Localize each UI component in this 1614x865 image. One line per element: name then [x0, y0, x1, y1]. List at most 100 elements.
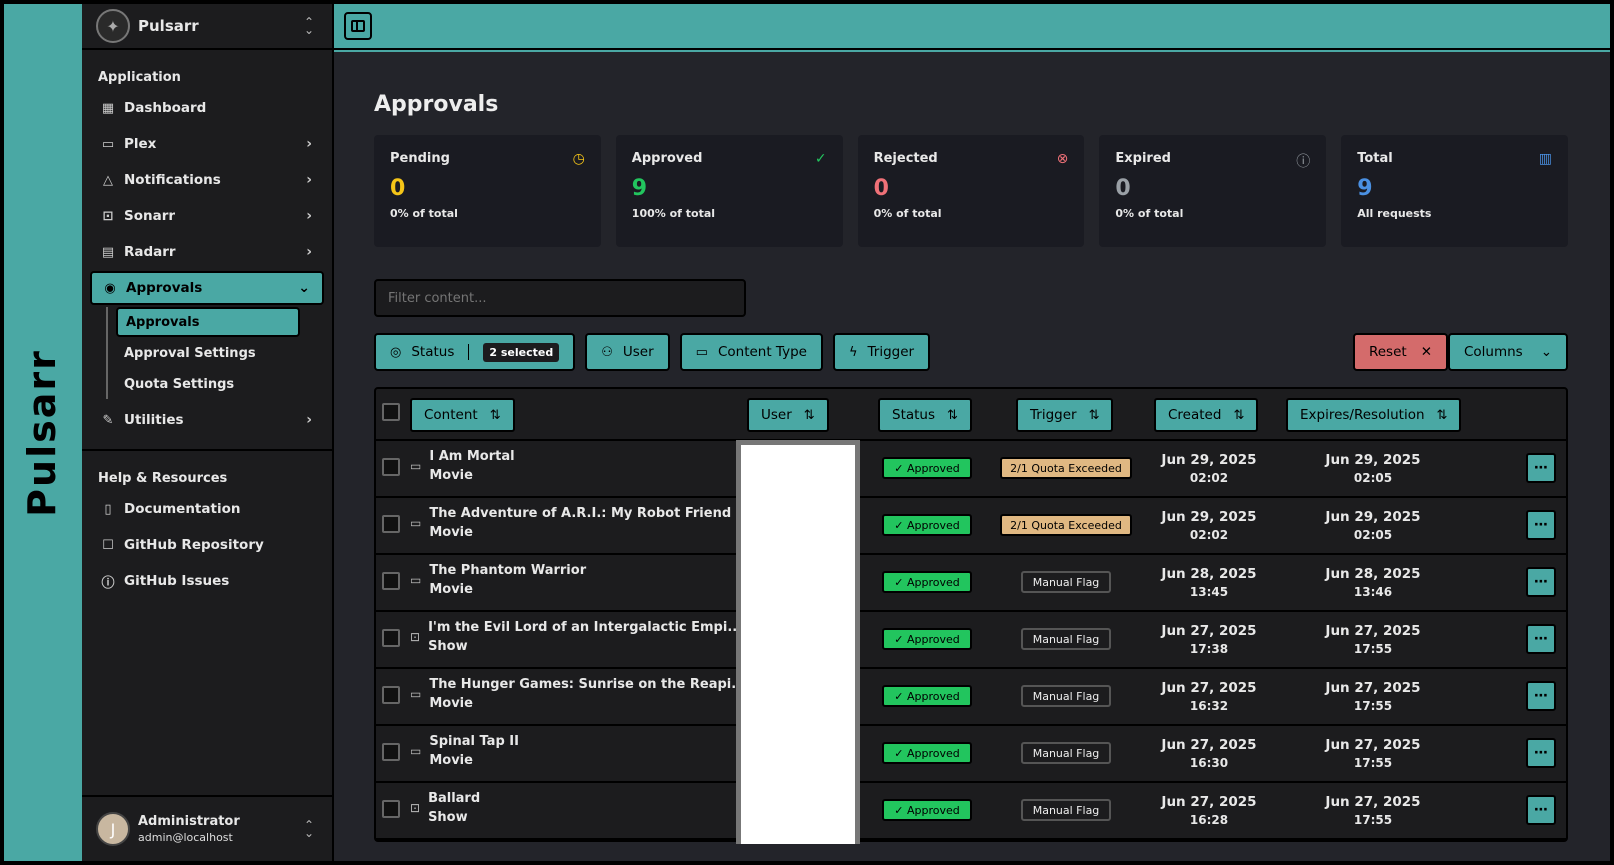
more-horizontal-icon: ⋯: [1534, 688, 1548, 704]
row-checkbox[interactable]: [382, 686, 400, 704]
sort-trigger-button[interactable]: Trigger ⇅: [1016, 398, 1114, 432]
date-value: Jun 28, 2025: [1161, 566, 1257, 582]
monitor-icon: ▭: [410, 687, 422, 701]
subnav-quota-settings[interactable]: Quota Settings: [116, 369, 332, 399]
created-date: Jun 27, 2025 16:28: [1154, 793, 1264, 829]
date-value: Jun 27, 2025: [1325, 623, 1421, 639]
sort-expires-button[interactable]: Expires/Resolution ⇅: [1286, 398, 1462, 432]
monitor-icon: ▭: [695, 344, 708, 360]
sidebar-toggle-button[interactable]: [344, 12, 372, 40]
stat-value: 9: [631, 176, 648, 201]
chevron-down-icon: ⌄: [1540, 344, 1552, 360]
sidebar-item-notifications[interactable]: △ Notifications ›: [90, 163, 324, 197]
row-checkbox[interactable]: [382, 743, 400, 761]
sidebar-item-label: Sonarr: [124, 208, 176, 224]
row-checkbox[interactable]: [382, 800, 400, 818]
row-actions-button[interactable]: ⋯: [1526, 681, 1556, 711]
created-date: Jun 28, 2025 13:45: [1154, 565, 1264, 601]
row-actions-button[interactable]: ⋯: [1526, 453, 1556, 483]
sidebar-item-label: GitHub Repository: [124, 537, 264, 553]
stat-sub: All requests: [1357, 207, 1432, 220]
stat-value: 0: [873, 176, 889, 201]
sidebar-item-documentation[interactable]: ▯ Documentation: [90, 492, 324, 526]
check-circle-icon: ◉: [104, 280, 116, 296]
content-title: The Adventure of A.R.I.: My Robot Friend: [429, 506, 732, 521]
row-checkbox[interactable]: [382, 572, 400, 590]
panel-left-icon: [351, 20, 365, 32]
status-label: Approved: [906, 689, 960, 703]
row-checkbox[interactable]: [382, 629, 400, 647]
time-value: 02:05: [1353, 528, 1393, 542]
wrench-icon: ✎: [102, 412, 114, 428]
table-row[interactable]: ⊡ I'm the Evil Lord of an Intergalactic E…: [376, 612, 1566, 669]
subnav-approvals[interactable]: Approvals: [116, 307, 300, 337]
sidebar-item-label: Dashboard: [124, 100, 207, 116]
column-header: User: [761, 407, 792, 423]
more-horizontal-icon: ⋯: [1534, 745, 1548, 761]
column-header: Status: [892, 407, 936, 423]
table-row[interactable]: ▭ The Hunger Games: Sunrise on the Reapi.…: [376, 669, 1566, 726]
select-all-checkbox[interactable]: [382, 403, 400, 421]
filter-input[interactable]: [374, 279, 746, 317]
user-filter-button[interactable]: ⚇ User: [585, 333, 670, 371]
sidebar-item-label: Radarr: [124, 244, 176, 260]
trigger-badge: Manual Flag: [1021, 571, 1111, 593]
reset-button[interactable]: Reset ✕: [1352, 333, 1448, 371]
row-checkbox[interactable]: [382, 458, 400, 476]
trigger-filter-button[interactable]: ϟ Trigger: [832, 333, 931, 371]
content-type: Show: [428, 639, 468, 654]
table-row[interactable]: ▭ The Adventure of A.R.I.: My Robot Frien…: [376, 498, 1566, 555]
sidebar-item-utilities[interactable]: ✎ Utilities ›: [90, 403, 324, 437]
date-value: Jun 29, 2025: [1325, 509, 1421, 525]
user-menu[interactable]: J Administrator admin@localhost ⌃ ⌄: [82, 795, 332, 861]
date-value: Jun 29, 2025: [1161, 509, 1257, 525]
content-title: Ballard: [428, 791, 481, 806]
row-checkbox[interactable]: [382, 515, 400, 533]
sort-icon: ⇅: [947, 407, 958, 423]
alert-circle-icon: ⓘ: [1296, 154, 1311, 170]
table-row[interactable]: ⊡ Ballard Show ✓ Approved Manual Flag Jun …: [376, 783, 1566, 840]
sort-created-button[interactable]: Created ⇅: [1154, 398, 1259, 432]
date-value: Jun 27, 2025: [1161, 794, 1257, 810]
sort-status-button[interactable]: Status ⇅: [878, 398, 972, 432]
table-row[interactable]: ▭ I Am Mortal Movie ✓ Approved 2/1 Quota E…: [376, 441, 1566, 498]
time-value: 13:46: [1353, 585, 1393, 599]
sidebar-item-github-issues[interactable]: ⓘ GitHub Issues: [90, 564, 324, 598]
sidebar-item-sonarr[interactable]: ⊡ Sonarr ›: [90, 199, 324, 233]
sidebar-item-github-repository[interactable]: ☐ GitHub Repository: [90, 528, 324, 562]
table-row[interactable]: ▭ Spinal Tap II Movie ✓ Approved Manual Fl…: [376, 726, 1566, 783]
content-type-filter-button[interactable]: ▭ Content Type: [679, 333, 823, 371]
sort-user-button[interactable]: User ⇅: [747, 398, 829, 432]
section-help: Help & Resources: [98, 471, 228, 486]
sidebar-item-approvals[interactable]: ◉ Approvals ⌄: [90, 271, 324, 305]
sidebar-item-radarr[interactable]: ▤ Radarr ›: [90, 235, 324, 269]
subnav-approval-settings[interactable]: Approval Settings: [116, 338, 332, 368]
trigger-badge: Manual Flag: [1021, 799, 1111, 821]
row-actions-button[interactable]: ⋯: [1526, 510, 1556, 540]
sidebar-item-label: GitHub Issues: [124, 573, 230, 589]
stat-sub: 100% of total: [631, 207, 716, 220]
sidebar-item-dashboard[interactable]: ▦ Dashboard: [90, 91, 324, 125]
sidebar-item-plex[interactable]: ▭ Plex ›: [90, 127, 324, 161]
chevrons-up-down-icon: ⌃ ⌄: [303, 818, 314, 840]
clock-icon: ◷: [572, 151, 585, 167]
chevron-down-icon: ⌄: [298, 280, 310, 296]
status-filter-button[interactable]: ◎ Status 2 selected: [374, 333, 576, 371]
row-actions-button[interactable]: ⋯: [1526, 738, 1556, 768]
bell-icon: △: [103, 172, 113, 188]
alert-circle-icon: ⓘ: [101, 575, 115, 591]
content-title: Spinal Tap II: [429, 734, 519, 749]
sort-content-button[interactable]: Content ⇅: [410, 398, 515, 432]
dashboard-icon: ▦: [101, 100, 115, 116]
row-actions-button[interactable]: ⋯: [1526, 795, 1556, 825]
table-row[interactable]: ▭ The Phantom Warrior Movie ✓ Approved Man…: [376, 555, 1566, 612]
app-switcher[interactable]: ✦ Pulsarr ⌃ ⌄: [82, 4, 332, 50]
approvals-subnav: Approvals Approval Settings Quota Settin…: [106, 307, 332, 399]
created-date: Jun 27, 2025 17:38: [1154, 622, 1264, 658]
columns-button[interactable]: Columns ⌄: [1447, 333, 1568, 371]
row-actions-button[interactable]: ⋯: [1526, 624, 1556, 654]
check-circle-icon: ✓: [894, 803, 907, 817]
row-actions-button[interactable]: ⋯: [1526, 567, 1556, 597]
trigger-badge: Manual Flag: [1021, 685, 1111, 707]
stat-label: Rejected: [873, 151, 938, 166]
